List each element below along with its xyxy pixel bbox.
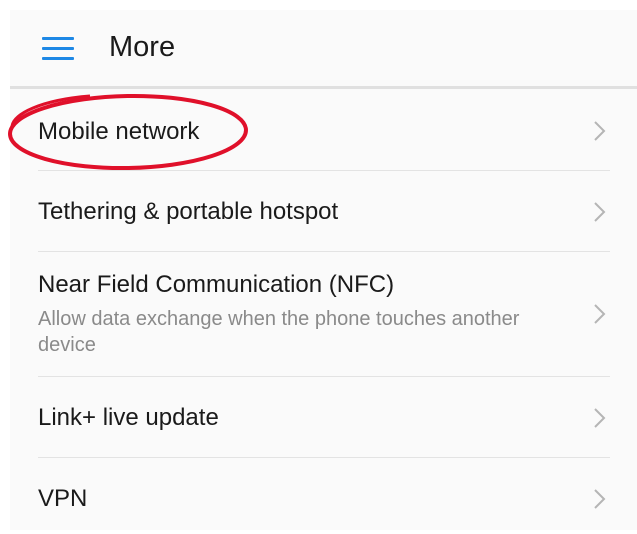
menu-line <box>42 57 74 60</box>
settings-item-vpn[interactable]: VPN <box>10 458 637 530</box>
settings-screen: More Mobile network Tethering & portable… <box>10 10 637 530</box>
page-title: More <box>109 31 176 63</box>
chevron-right-icon <box>594 202 606 222</box>
settings-item-mobile-network[interactable]: Mobile network <box>10 90 637 170</box>
chevron-right-icon <box>594 408 606 428</box>
settings-item-label: Near Field Communication (NFC) <box>38 271 395 298</box>
chevron-right-icon <box>594 489 606 509</box>
chevron-right-icon <box>594 121 606 141</box>
settings-item-tethering[interactable]: Tethering & portable hotspot <box>10 171 637 251</box>
settings-item-label: Tethering & portable hotspot <box>38 198 339 225</box>
chevron-right-icon <box>594 304 606 324</box>
hamburger-menu-icon[interactable] <box>42 37 74 61</box>
settings-item-link-plus[interactable]: Link+ live update <box>10 377 637 457</box>
header-divider <box>10 86 637 89</box>
app-bar: More <box>10 10 637 86</box>
settings-item-description: Allow data exchange when the phone touch… <box>38 308 520 356</box>
menu-line <box>42 37 74 40</box>
settings-item-nfc[interactable]: Near Field Communication (NFC) Allow dat… <box>10 252 637 376</box>
settings-item-label: Link+ live update <box>38 404 219 431</box>
settings-item-label: VPN <box>38 485 88 512</box>
menu-line <box>42 47 74 50</box>
settings-item-label: Mobile network <box>38 118 200 145</box>
